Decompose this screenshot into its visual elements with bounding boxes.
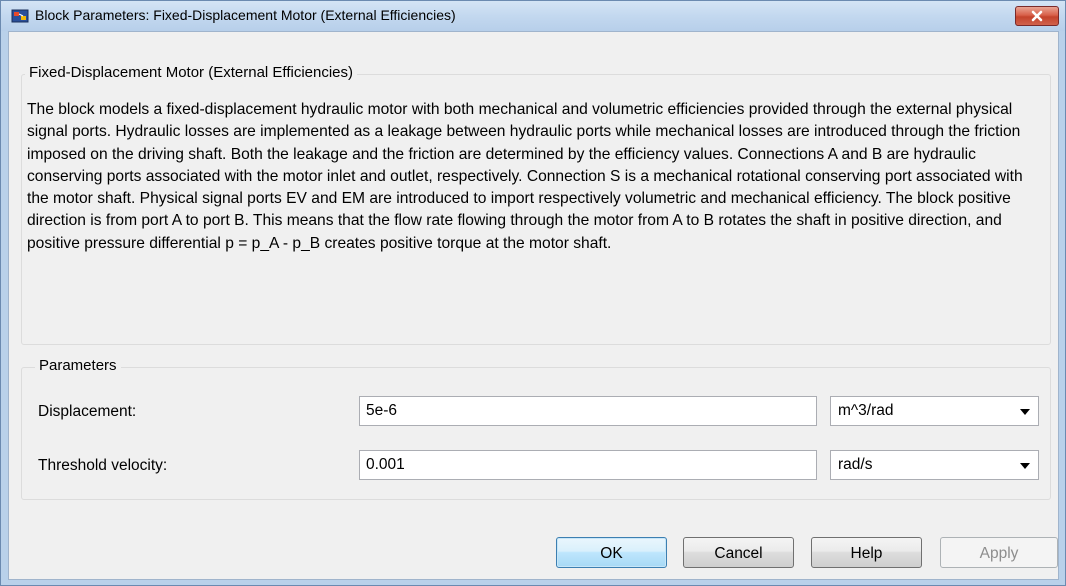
- description-group-title: Fixed-Displacement Motor (External Effic…: [25, 64, 358, 81]
- displacement-unit-value: m^3/rad: [838, 402, 894, 419]
- close-button[interactable]: [1015, 6, 1059, 26]
- apply-button[interactable]: Apply: [940, 537, 1058, 568]
- block-description: The block models a fixed-displacement hy…: [27, 101, 1023, 252]
- cancel-button[interactable]: Cancel: [683, 537, 794, 568]
- displacement-label: Displacement:: [38, 403, 137, 420]
- ok-button[interactable]: OK: [556, 537, 667, 568]
- window-title: Block Parameters: Fixed-Displacement Mot…: [35, 7, 456, 23]
- help-button[interactable]: Help: [811, 537, 922, 568]
- close-icon: [1031, 10, 1043, 22]
- displacement-unit-select[interactable]: m^3/rad: [830, 396, 1039, 426]
- simulink-block-icon: [11, 9, 29, 23]
- threshold-velocity-input[interactable]: [359, 450, 817, 480]
- chevron-down-icon: [1020, 463, 1030, 469]
- threshold-velocity-unit-value: rad/s: [838, 456, 873, 473]
- chevron-down-icon: [1020, 409, 1030, 415]
- displacement-input[interactable]: [359, 396, 817, 426]
- threshold-velocity-label: Threshold velocity:: [38, 457, 168, 474]
- dialog-window: Block Parameters: Fixed-Displacement Mot…: [0, 0, 1066, 586]
- parameters-group-title: Parameters: [35, 357, 121, 374]
- parameters-groupbox: [21, 367, 1051, 500]
- threshold-velocity-unit-select[interactable]: rad/s: [830, 450, 1039, 480]
- title-bar[interactable]: Block Parameters: Fixed-Displacement Mot…: [1, 1, 1065, 31]
